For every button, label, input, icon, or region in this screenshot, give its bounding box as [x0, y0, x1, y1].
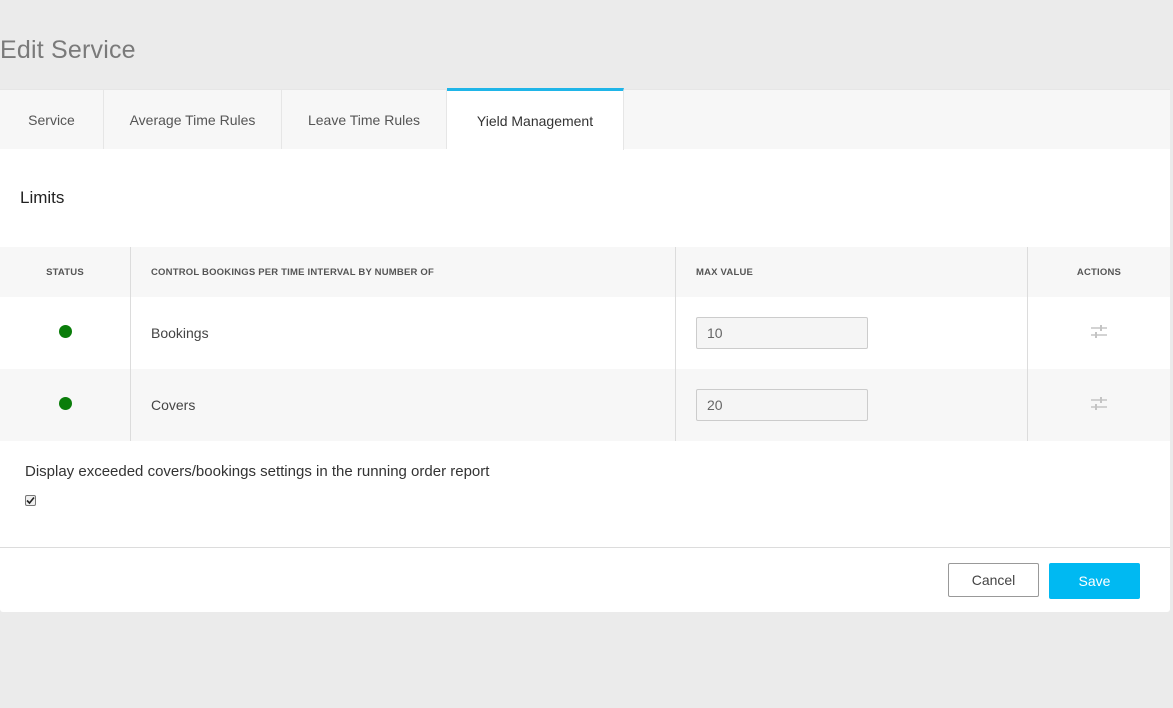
- table-row: Covers: [0, 369, 1170, 441]
- status-active-indicator[interactable]: [58, 325, 72, 338]
- table-header-row: STATUS CONTROL BOOKINGS PER TIME INTERVA…: [0, 247, 1170, 297]
- tab-leave-time-rules[interactable]: Leave Time Rules: [282, 90, 447, 149]
- report-option-checkbox[interactable]: [25, 495, 36, 506]
- actions-header-label: ACTIONS: [1076, 266, 1122, 278]
- max-value-input[interactable]: [696, 388, 868, 421]
- limits-section-title: Limits: [20, 188, 65, 207]
- control-cell: Covers: [131, 369, 676, 441]
- status-active-indicator[interactable]: [58, 397, 72, 410]
- max-value-header-label: MAX VALUE: [696, 266, 754, 278]
- control-column-header: CONTROL BOOKINGS PER TIME INTERVAL BY NU…: [131, 247, 676, 297]
- actions-cell: [1028, 369, 1170, 441]
- max-value-input[interactable]: [696, 316, 868, 349]
- max-value-cell: [676, 369, 1028, 441]
- tab-service[interactable]: Service: [0, 90, 104, 149]
- tab-average-time-rules[interactable]: Average Time Rules: [104, 90, 282, 149]
- control-header-label: CONTROL BOOKINGS PER TIME INTERVAL BY NU…: [151, 266, 434, 278]
- limit-name: Bookings: [151, 325, 209, 341]
- status-cell: [0, 369, 131, 441]
- limits-table: STATUS CONTROL BOOKINGS PER TIME INTERVA…: [0, 247, 1170, 441]
- limit-name: Covers: [151, 397, 196, 413]
- control-cell: Bookings: [131, 297, 676, 369]
- max-value-column-header: MAX VALUE: [676, 247, 1028, 297]
- report-option-label: Display exceeded covers/bookings setting…: [25, 463, 490, 480]
- status-column-header: STATUS: [0, 247, 131, 297]
- edit-service-card: Service Average Time Rules Leave Time Ru…: [0, 88, 1170, 612]
- tab-bar: Service Average Time Rules Leave Time Ru…: [0, 88, 1170, 150]
- checkmark-icon: [26, 496, 35, 505]
- sliders-icon[interactable]: [1090, 323, 1108, 341]
- actions-cell: [1028, 297, 1170, 369]
- page-title: Edit Service: [0, 36, 136, 64]
- max-value-cell: [676, 297, 1028, 369]
- cancel-button[interactable]: Cancel: [948, 563, 1039, 597]
- save-button[interactable]: Save: [1049, 563, 1140, 599]
- table-row: Bookings: [0, 297, 1170, 369]
- actions-column-header: ACTIONS: [1028, 247, 1170, 297]
- tab-yield-management[interactable]: Yield Management: [447, 88, 624, 150]
- status-header-label: STATUS: [46, 266, 84, 278]
- status-cell: [0, 297, 131, 369]
- footer-divider: [0, 547, 1170, 548]
- sliders-icon[interactable]: [1090, 395, 1108, 413]
